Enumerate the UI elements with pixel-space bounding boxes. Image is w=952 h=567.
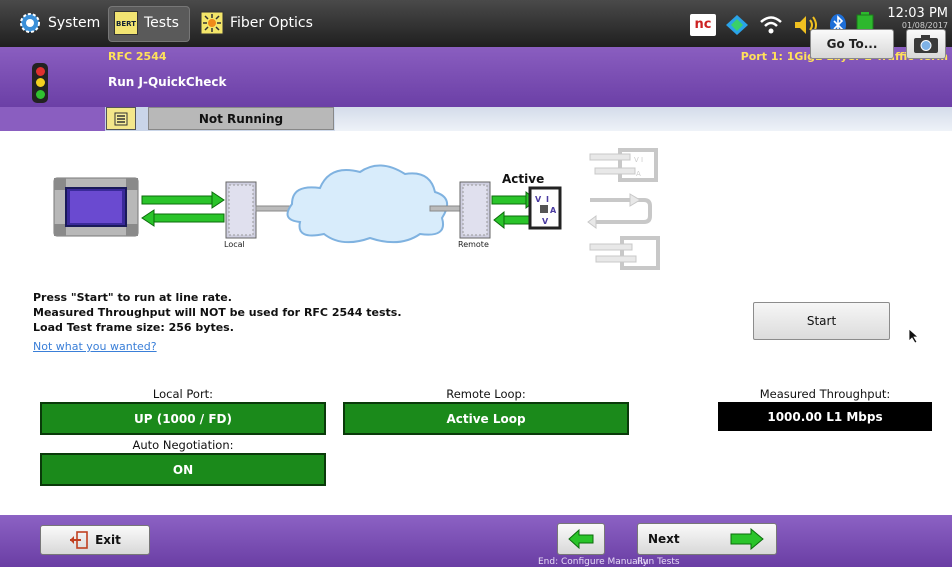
topology-svg: V I A V V IA — [53, 148, 660, 270]
run-status: Not Running — [148, 107, 334, 130]
local-link — [255, 205, 293, 212]
not-what-you-wanted-link[interactable]: Not what you wanted? — [33, 340, 157, 353]
loop-option-3-icon[interactable] — [589, 236, 660, 270]
next-label: Next — [648, 532, 680, 546]
exit-icon — [70, 531, 88, 549]
test-name: RFC 2544 — [108, 50, 167, 63]
fiber-optics-icon — [200, 11, 224, 35]
remote-label: Remote — [458, 240, 489, 249]
remote-link — [429, 205, 461, 212]
clock: 12:03 PM 01/08/2017 — [887, 6, 948, 30]
goto-button[interactable]: Go To... — [810, 29, 894, 59]
local-port-label: Local Port: — [152, 387, 214, 401]
svg-text:A: A — [636, 170, 641, 178]
start-button[interactable]: Start — [753, 302, 890, 340]
message-line-3: Load Test frame size: 256 bytes. — [33, 321, 234, 334]
page-title: Run J-QuickCheck — [108, 75, 227, 89]
bert-icon: BERT — [114, 11, 138, 35]
remote-switch-icon — [459, 181, 491, 239]
auto-negotiation-value: ON — [40, 453, 326, 486]
throughput-label: Measured Throughput: — [759, 387, 891, 401]
next-caption: Run Tests — [637, 557, 680, 567]
system-menu[interactable]: System — [18, 8, 100, 38]
svg-text:A: A — [550, 206, 557, 215]
message-line-2: Measured Throughput will NOT be used for… — [33, 306, 402, 319]
back-caption: End: Configure Manually — [538, 557, 649, 567]
message-line-1: Press "Start" to run at line rate. — [33, 291, 232, 304]
network-cloud-icon — [286, 164, 449, 244]
tests-menu[interactable]: BERT Tests — [114, 8, 179, 38]
system-label: System — [48, 15, 101, 31]
exit-button[interactable]: Exit — [40, 525, 150, 555]
active-loop-icon: V I A V — [528, 186, 562, 230]
svg-text:V: V — [535, 195, 542, 204]
local-label: Local — [224, 240, 245, 249]
camera-icon — [914, 35, 938, 53]
active-label: Active — [502, 172, 545, 186]
arrow-left-icon — [568, 529, 594, 549]
local-port-value: UP (1000 / FD) — [40, 402, 326, 435]
remote-loop-value: Active Loop — [343, 402, 629, 435]
nc-icon: nc — [690, 14, 716, 36]
time: 12:03 PM — [887, 6, 948, 21]
topology-diagram: V I A V V IA Local Remote Active — [30, 140, 670, 280]
tests-label: Tests — [144, 15, 179, 31]
next-button[interactable]: Next — [637, 523, 777, 555]
exit-label: Exit — [95, 533, 121, 547]
local-arrows-icon — [141, 191, 225, 227]
status-bar-fade — [335, 107, 952, 131]
auto-negotiation-label: Auto Negotiation: — [132, 438, 234, 452]
remote-loop-label: Remote Loop: — [446, 387, 526, 401]
local-switch-icon — [225, 181, 257, 239]
svg-text:I: I — [546, 195, 549, 204]
arrow-right-icon — [730, 528, 764, 550]
gear-icon — [20, 13, 40, 33]
local-device-icon — [53, 177, 139, 237]
traffic-light-icon — [32, 63, 48, 103]
loop-option-1-icon[interactable]: V I A — [589, 148, 658, 182]
list-icon — [114, 112, 128, 125]
network-icon — [726, 15, 748, 35]
fiber-optics-label: Fiber Optics — [230, 15, 313, 31]
screenshot-button[interactable] — [906, 29, 946, 59]
wifi-icon — [760, 16, 782, 34]
back-button[interactable] — [557, 523, 605, 555]
fiber-optics-menu[interactable]: Fiber Optics — [200, 8, 313, 38]
throughput-value: 1000.00 L1 Mbps — [718, 402, 932, 431]
loop-option-2-icon[interactable] — [587, 193, 652, 229]
mouse-cursor-icon — [908, 328, 920, 344]
svg-text:V: V — [542, 217, 549, 226]
svg-text:V I: V I — [634, 156, 643, 164]
log-button[interactable] — [106, 107, 136, 130]
